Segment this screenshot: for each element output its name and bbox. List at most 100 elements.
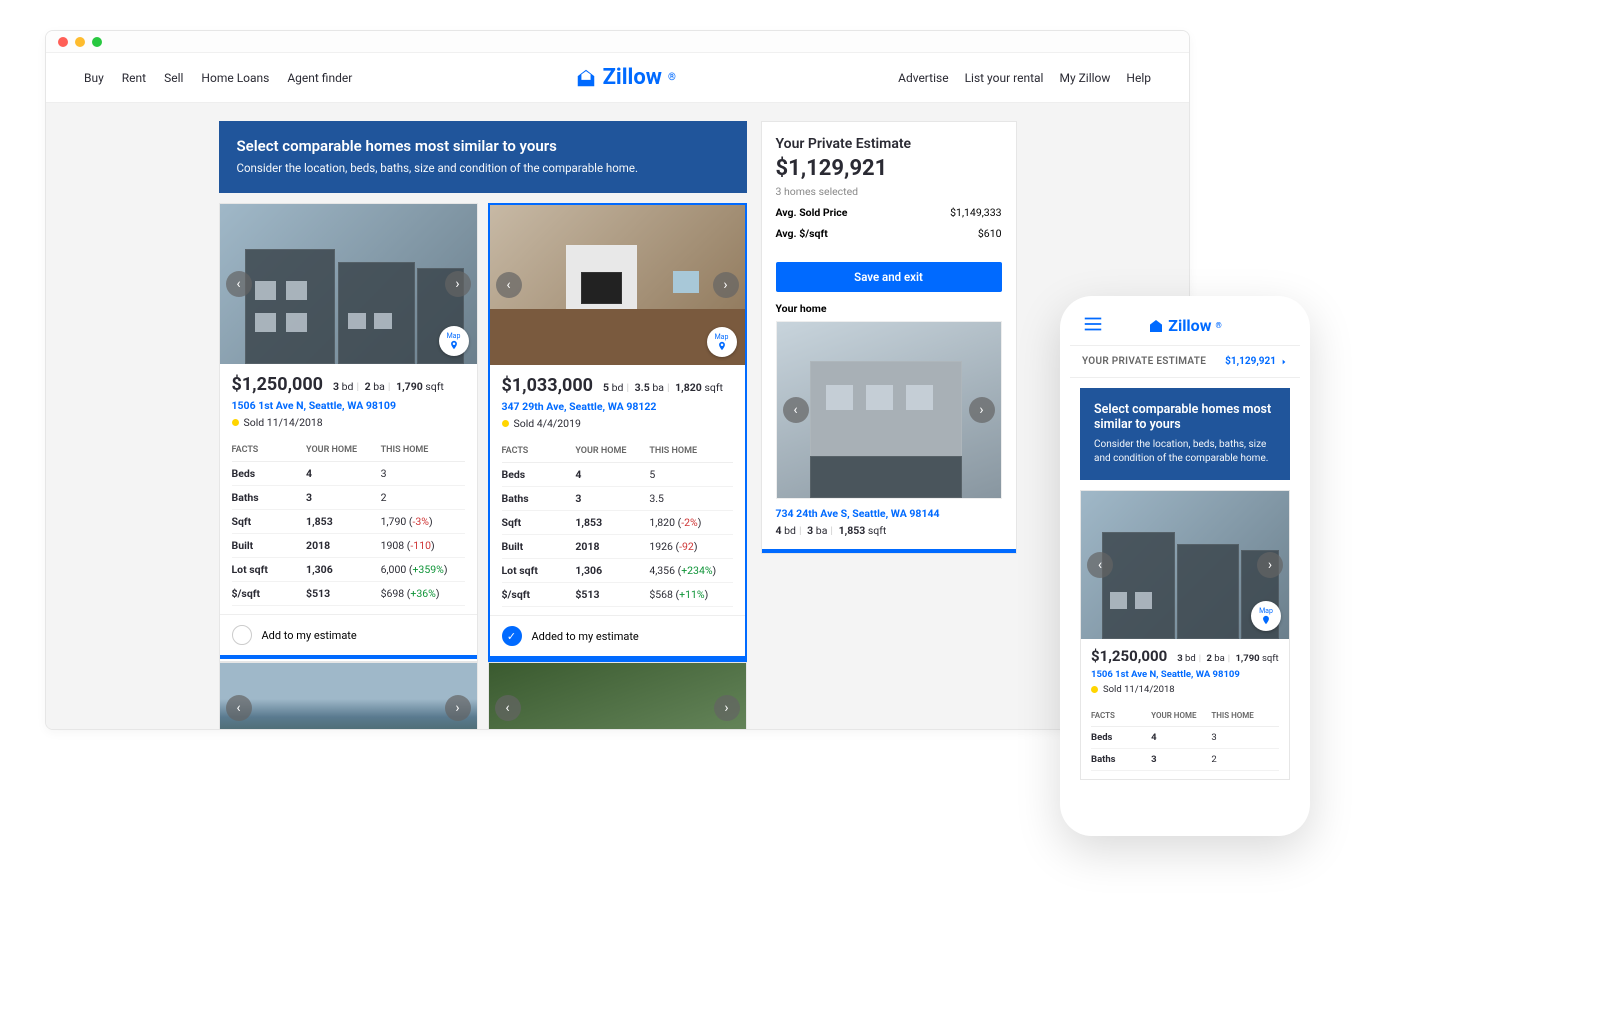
add-checkbox[interactable] xyxy=(232,625,252,645)
zillow-house-icon xyxy=(575,67,597,89)
window-chrome xyxy=(46,31,1189,53)
comp-photo: ‹ › xyxy=(220,663,477,730)
nav-agent-finder[interactable]: Agent finder xyxy=(287,71,352,85)
chevron-right-icon xyxy=(1280,358,1288,366)
map-label: Map xyxy=(715,333,729,341)
nav-home-loans[interactable]: Home Loans xyxy=(201,71,269,85)
menu-icon[interactable] xyxy=(1082,313,1104,339)
card-accent xyxy=(220,655,477,659)
next-photo-icon[interactable]: › xyxy=(445,695,471,721)
avg-sold-price: Avg. Sold Price$1,149,333 xyxy=(776,206,1002,219)
your-home-label: Your home xyxy=(762,302,1016,321)
your-home-photo: ‹ › xyxy=(776,321,1002,499)
brand-name: Zillow xyxy=(1168,316,1211,335)
next-photo-icon[interactable]: › xyxy=(713,272,739,298)
comp-card-1[interactable]: ‹ › Map $1,250,000 3 bd| 2 ba| xyxy=(219,203,478,662)
nav-rent[interactable]: Rent xyxy=(122,71,146,85)
comp-photo: ‹ › Map xyxy=(490,205,745,365)
phone-nav: Zillow® xyxy=(1070,306,1300,346)
add-checkbox[interactable]: ✓ xyxy=(502,626,522,646)
comp-photo: ‹ › Map xyxy=(1081,491,1289,639)
phone-estimate-row[interactable]: YOUR PRIVATE ESTIMATE $1,129,921 xyxy=(1070,346,1300,378)
card-accent xyxy=(490,656,745,660)
brand-logo[interactable]: Zillow® xyxy=(575,65,676,90)
map-button[interactable]: Map xyxy=(439,326,469,356)
next-photo-icon[interactable]: › xyxy=(1257,552,1283,578)
prev-photo-icon[interactable]: ‹ xyxy=(496,272,522,298)
nav-sell[interactable]: Sell xyxy=(164,71,183,85)
browser-window: Buy Rent Sell Home Loans Agent finder Zi… xyxy=(45,30,1190,730)
phone-comp-card[interactable]: ‹ › Map $1,250,000 3 bd| 2 ba| 1,790 sqf… xyxy=(1080,490,1290,780)
comp-card-4[interactable]: ‹ › xyxy=(488,662,747,730)
comp-sold-date: Sold 4/4/2019 xyxy=(502,417,733,430)
prev-photo-icon[interactable]: ‹ xyxy=(226,695,252,721)
save-and-exit-button[interactable]: Save and exit xyxy=(776,262,1002,292)
comp-card-3[interactable]: ‹ › xyxy=(219,662,478,730)
estimate-value: $1,129,921 xyxy=(776,156,1002,181)
banner-title: Select comparable homes most similar to … xyxy=(237,137,729,155)
add-to-estimate-row[interactable]: Add to my estimate xyxy=(220,614,477,655)
nav-buy[interactable]: Buy xyxy=(84,71,104,85)
map-button[interactable]: Map xyxy=(1251,601,1281,631)
estimate-panel: Your Private Estimate $1,129,921 3 homes… xyxy=(761,121,1017,554)
your-home-stats: 4 bd| 3 ba| 1,853 sqft xyxy=(776,524,1002,537)
main-content: Select comparable homes most similar to … xyxy=(46,103,1189,730)
facts-table: FACTSYOUR HOMETHIS HOME Beds45 Baths33.5… xyxy=(502,440,733,607)
zillow-house-icon xyxy=(1148,318,1164,334)
facts-table: FACTSYOUR HOMETHIS HOME Beds43 Baths32 S… xyxy=(232,439,465,606)
minimize-window-icon[interactable] xyxy=(75,37,85,47)
close-window-icon[interactable] xyxy=(58,37,68,47)
next-photo-icon[interactable]: › xyxy=(714,695,740,721)
top-nav: Buy Rent Sell Home Loans Agent finder Zi… xyxy=(46,53,1189,103)
add-label: Added to my estimate xyxy=(532,630,639,643)
instruction-banner: Select comparable homes most similar to … xyxy=(219,121,747,193)
pin-icon xyxy=(1261,615,1271,625)
next-photo-icon[interactable]: › xyxy=(969,397,995,423)
comp-sold-date: Sold 11/14/2018 xyxy=(232,416,465,429)
your-home-address[interactable]: 734 24th Ave S, Seattle, WA 98144 xyxy=(776,507,1002,520)
comp-stats: 3 bd| 2 ba| 1,790 sqft xyxy=(333,380,444,393)
map-label: Map xyxy=(447,332,461,340)
banner-subtitle: Consider the location, beds, baths, size… xyxy=(237,161,729,175)
panel-accent xyxy=(762,549,1016,553)
comp-photo: ‹ › Map xyxy=(220,204,477,364)
banner-title: Select comparable homes most similar to … xyxy=(1094,402,1276,432)
avg-ppsf: Avg. $/sqft$610 xyxy=(776,227,1002,240)
prev-photo-icon[interactable]: ‹ xyxy=(495,695,521,721)
facts-table: FACTSYOUR HOMETHIS HOME Beds43 Baths32 xyxy=(1091,705,1279,771)
pin-icon xyxy=(449,340,459,350)
banner-subtitle: Consider the location, beds, baths, size… xyxy=(1094,438,1276,466)
comp-sold-date: Sold 11/14/2018 xyxy=(1091,684,1279,695)
fullscreen-window-icon[interactable] xyxy=(92,37,102,47)
prev-photo-icon[interactable]: ‹ xyxy=(1087,552,1113,578)
comp-price: $1,250,000 xyxy=(232,374,323,395)
nav-my-zillow[interactable]: My Zillow xyxy=(1059,71,1110,85)
add-label: Add to my estimate xyxy=(262,629,357,642)
phone-mockup: Zillow® YOUR PRIVATE ESTIMATE $1,129,921… xyxy=(1060,296,1310,836)
pin-icon xyxy=(717,341,727,351)
homes-selected: 3 homes selected xyxy=(776,185,1002,198)
phone-brand-logo[interactable]: Zillow® xyxy=(1148,316,1222,335)
comp-address[interactable]: 347 29th Ave, Seattle, WA 98122 xyxy=(502,400,733,413)
comp-stats: 5 bd| 3.5 ba| 1,820 sqft xyxy=(603,381,723,394)
map-button[interactable]: Map xyxy=(707,327,737,357)
phone-est-label: YOUR PRIVATE ESTIMATE xyxy=(1082,356,1206,367)
next-photo-icon[interactable]: › xyxy=(445,271,471,297)
comp-card-2[interactable]: ‹ › Map $1,033,000 5 bd| 3.5 ba| xyxy=(488,203,747,662)
estimate-title: Your Private Estimate xyxy=(776,136,1002,152)
comp-stats: 3 bd| 2 ba| 1,790 sqft xyxy=(1177,653,1278,664)
phone-instruction-banner: Select comparable homes most similar to … xyxy=(1080,388,1290,480)
comp-address[interactable]: 1506 1st Ave N, Seattle, WA 98109 xyxy=(1091,669,1279,680)
comp-address[interactable]: 1506 1st Ave N, Seattle, WA 98109 xyxy=(232,399,465,412)
map-label: Map xyxy=(1259,607,1273,615)
nav-help[interactable]: Help xyxy=(1126,71,1151,85)
prev-photo-icon[interactable]: ‹ xyxy=(226,271,252,297)
phone-est-value: $1,129,921 xyxy=(1225,356,1288,367)
comp-price: $1,033,000 xyxy=(502,375,593,396)
comp-photo: ‹ › xyxy=(489,663,746,730)
nav-advertise[interactable]: Advertise xyxy=(898,71,948,85)
prev-photo-icon[interactable]: ‹ xyxy=(783,397,809,423)
add-to-estimate-row[interactable]: ✓ Added to my estimate xyxy=(490,615,745,656)
nav-list-rental[interactable]: List your rental xyxy=(965,71,1044,85)
comp-price: $1,250,000 xyxy=(1091,647,1167,665)
